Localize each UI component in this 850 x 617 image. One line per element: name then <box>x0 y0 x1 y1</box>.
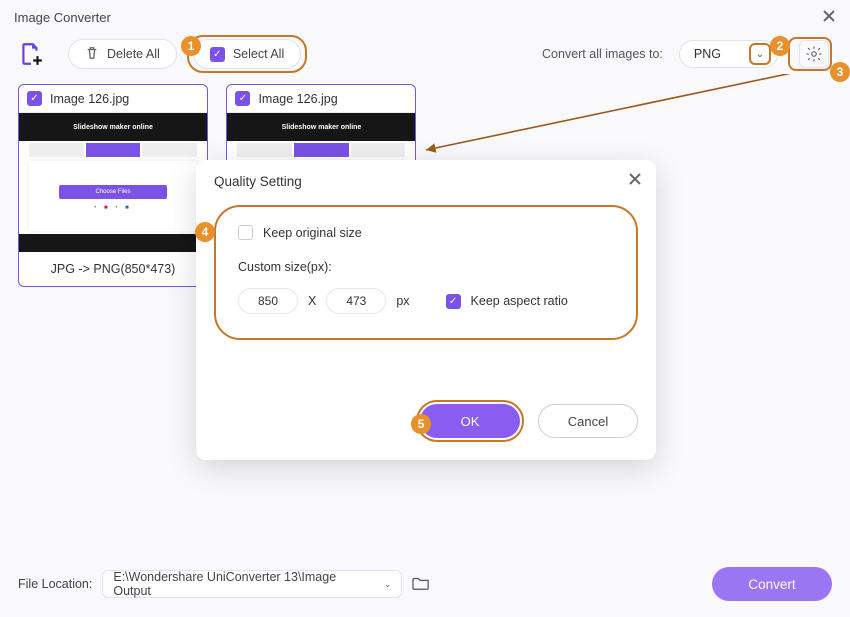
checkbox-icon: ✓ <box>210 47 225 62</box>
image-card[interactable]: ✓ Image 126.jpg Slideshow maker online C… <box>18 84 208 287</box>
chevron-down-icon: ⌄ <box>384 579 392 590</box>
settings-highlight-box: ✓ Keep original size Custom size(px): X … <box>214 205 638 340</box>
convert-to-label: Convert all images to: <box>542 47 663 61</box>
ok-highlight: OK <box>416 400 524 442</box>
card-checkbox[interactable]: ✓ <box>27 91 42 106</box>
step-badge-3: 3 <box>830 62 850 82</box>
thumb-title: Slideshow maker online <box>19 113 207 141</box>
chevron-down-icon: ⌄ <box>756 49 764 60</box>
cancel-button[interactable]: Cancel <box>538 404 638 438</box>
select-all-button[interactable]: ✓ Select All <box>193 39 301 69</box>
custom-size-row: X px ✓ Keep aspect ratio <box>238 288 614 314</box>
format-select[interactable]: PNG ⌄ <box>679 40 778 68</box>
delete-all-label: Delete All <box>107 47 160 61</box>
ok-button[interactable]: OK <box>420 404 520 438</box>
add-image-icon[interactable] <box>18 41 44 67</box>
modal-actions: OK Cancel <box>416 400 638 442</box>
thumb-title: Slideshow maker online <box>227 113 415 141</box>
convert-button[interactable]: Convert <box>712 567 832 601</box>
file-location-path: E:\Wondershare UniConverter 13\Image Out… <box>113 570 373 598</box>
modal-close-button[interactable] <box>628 172 642 191</box>
window-title: Image Converter <box>14 10 111 25</box>
custom-size-label: Custom size(px): <box>238 260 614 274</box>
keep-original-checkbox[interactable]: ✓ <box>238 225 253 240</box>
px-label: px <box>396 294 409 308</box>
toolbar: Delete All ✓ Select All Convert all imag… <box>0 34 850 74</box>
card-checkbox[interactable]: ✓ <box>235 91 250 106</box>
x-separator: X <box>308 294 316 308</box>
keep-ratio-checkbox[interactable]: ✓ <box>446 294 461 309</box>
card-filename: Image 126.jpg <box>50 92 129 106</box>
footer: File Location: E:\Wondershare UniConvert… <box>18 567 832 601</box>
titlebar: Image Converter <box>0 0 850 34</box>
width-input[interactable] <box>238 288 298 314</box>
settings-highlight <box>788 37 832 71</box>
step-badge-2: 2 <box>770 36 790 56</box>
file-location-label: File Location: <box>18 577 92 591</box>
step-badge-5: 5 <box>411 414 431 434</box>
height-input[interactable] <box>326 288 386 314</box>
keep-original-label: Keep original size <box>263 226 362 240</box>
open-folder-button[interactable] <box>412 575 430 594</box>
select-all-highlight: ✓ Select All <box>187 35 307 73</box>
quality-settings-button[interactable] <box>799 40 829 68</box>
format-caret-highlight: ⌄ <box>749 43 771 65</box>
trash-icon <box>85 46 99 63</box>
close-window-icon[interactable] <box>822 9 836 26</box>
modal-title: Quality Setting <box>214 174 638 189</box>
gear-icon <box>805 45 823 63</box>
keep-original-row[interactable]: ✓ Keep original size <box>238 225 614 240</box>
step-badge-1: 1 <box>181 36 201 56</box>
keep-ratio-label: Keep aspect ratio <box>471 294 568 308</box>
card-header: ✓ Image 126.jpg <box>19 85 207 112</box>
file-location-select[interactable]: E:\Wondershare UniConverter 13\Image Out… <box>102 570 402 598</box>
card-filename: Image 126.jpg <box>258 92 337 106</box>
format-value: PNG <box>694 47 721 61</box>
card-footer: JPG -> PNG(850*473) <box>19 252 207 286</box>
card-header: ✓ Image 126.jpg <box>227 85 415 112</box>
step-badge-4: 4 <box>195 222 215 242</box>
card-thumbnail: Slideshow maker online Choose Files • ■ … <box>19 112 207 252</box>
select-all-label: Select All <box>233 47 284 61</box>
delete-all-button[interactable]: Delete All <box>68 39 177 69</box>
